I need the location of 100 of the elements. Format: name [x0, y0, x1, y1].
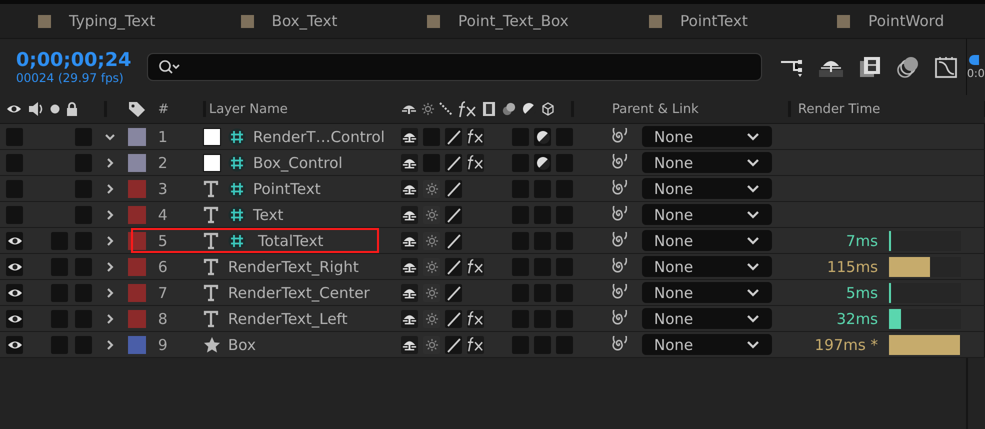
- layer-name[interactable]: RenderText_Right: [228, 258, 419, 276]
- three-d-switch[interactable]: [556, 258, 573, 276]
- layer-name[interactable]: RenderT…Control: [253, 128, 401, 146]
- adjustment-switch[interactable]: [534, 232, 551, 250]
- solo-toggle[interactable]: [51, 310, 68, 328]
- layer-name[interactable]: RenderText_Left: [228, 310, 419, 328]
- collapse-switch[interactable]: [423, 258, 440, 276]
- parent-column-header[interactable]: Parent & Link: [610, 102, 772, 116]
- label-color-swatch[interactable]: [128, 206, 146, 224]
- solo-toggle[interactable]: [51, 336, 68, 354]
- pickwhip-icon[interactable]: [610, 232, 627, 249]
- playhead-handle[interactable]: [969, 54, 979, 64]
- effects-switch[interactable]: [467, 258, 484, 276]
- visibility-toggle[interactable]: [6, 232, 23, 250]
- collapse-switch[interactable]: [423, 336, 440, 354]
- solo-toggle[interactable]: [51, 258, 68, 276]
- quality-slash-icon[interactable]: [446, 284, 462, 300]
- label-color-swatch[interactable]: [128, 310, 146, 328]
- collapse-switch[interactable]: [423, 232, 440, 250]
- layer-name[interactable]: Text: [253, 206, 401, 224]
- film-frames-icon[interactable]: [858, 55, 882, 79]
- visibility-toggle[interactable]: [6, 128, 23, 146]
- lock-toggle[interactable]: [75, 206, 92, 224]
- collapse-switch[interactable]: [423, 206, 440, 224]
- layer-row[interactable]: 8 RenderText_Left None 32ms: [0, 306, 985, 332]
- motion-blur-switch[interactable]: [512, 232, 529, 250]
- layer-row[interactable]: 6 RenderText_Right None 115ms: [0, 254, 985, 280]
- lock-toggle[interactable]: [75, 154, 92, 172]
- motion-blur-switch[interactable]: [512, 284, 529, 302]
- layer-row[interactable]: 4 Text None: [0, 202, 985, 228]
- search-field[interactable]: [147, 53, 762, 81]
- lock-toggle[interactable]: [75, 258, 92, 276]
- adjustment-switch[interactable]: [534, 128, 551, 146]
- effects-switch[interactable]: [467, 310, 484, 328]
- quality-slash-icon[interactable]: [446, 258, 462, 274]
- motion-blur-switch[interactable]: [512, 258, 529, 276]
- quality-slash-icon[interactable]: [446, 206, 462, 222]
- layer-name-column-header[interactable]: Layer Name: [203, 102, 401, 116]
- composition-tab[interactable]: PointText: [680, 12, 748, 30]
- parent-dropdown[interactable]: None: [642, 256, 772, 277]
- adjustment-switch[interactable]: [534, 180, 551, 198]
- collapse-switch[interactable]: [423, 180, 440, 198]
- adjustment-switch[interactable]: [534, 206, 551, 224]
- parent-dropdown[interactable]: None: [642, 152, 772, 173]
- parent-dropdown[interactable]: None: [642, 204, 772, 225]
- three-d-switch[interactable]: [556, 180, 573, 198]
- pickwhip-icon[interactable]: [610, 206, 627, 223]
- visibility-toggle[interactable]: [6, 154, 23, 172]
- lock-toggle[interactable]: [75, 128, 92, 146]
- motion-blur-switch[interactable]: [512, 336, 529, 354]
- solo-toggle[interactable]: [51, 284, 68, 302]
- layer-name[interactable]: TotalText: [253, 232, 401, 250]
- motion-blur-icon[interactable]: [896, 55, 920, 79]
- pickwhip-icon[interactable]: [610, 154, 627, 171]
- three-d-switch[interactable]: [556, 154, 573, 172]
- lock-toggle[interactable]: [75, 232, 92, 250]
- lock-toggle[interactable]: [75, 180, 92, 198]
- effects-switch[interactable]: [467, 154, 484, 172]
- composition-tab[interactable]: PointWord: [868, 12, 944, 30]
- parent-dropdown[interactable]: None: [642, 308, 772, 329]
- solo-toggle[interactable]: [51, 232, 68, 250]
- motion-blur-switch[interactable]: [512, 310, 529, 328]
- visibility-toggle[interactable]: [6, 336, 23, 354]
- pickwhip-icon[interactable]: [610, 180, 627, 197]
- layer-name[interactable]: PointText: [253, 180, 401, 198]
- label-color-swatch[interactable]: [128, 284, 146, 302]
- collapse-switch[interactable]: [423, 128, 440, 146]
- layer-name[interactable]: Box_Control: [253, 154, 401, 172]
- pickwhip-icon[interactable]: [610, 310, 627, 327]
- parent-dropdown[interactable]: None: [642, 126, 772, 147]
- layer-row[interactable]: 5 TotalText None 7ms: [0, 228, 985, 254]
- graph-editor-icon[interactable]: [934, 55, 958, 79]
- pickwhip-icon[interactable]: [610, 258, 627, 275]
- three-d-switch[interactable]: [556, 284, 573, 302]
- three-d-switch[interactable]: [556, 128, 573, 146]
- effects-switch[interactable]: [467, 336, 484, 354]
- current-timecode[interactable]: 0;00;00;24: [16, 49, 147, 71]
- adjustment-switch[interactable]: [534, 336, 551, 354]
- quality-slash-icon[interactable]: [446, 154, 462, 170]
- lock-toggle[interactable]: [75, 284, 92, 302]
- visibility-toggle[interactable]: [6, 206, 23, 224]
- pickwhip-icon[interactable]: [610, 336, 627, 353]
- lock-toggle[interactable]: [75, 336, 92, 354]
- layer-name[interactable]: Box: [228, 336, 419, 354]
- layer-row[interactable]: 9 Box None 197ms *: [0, 332, 985, 358]
- layer-row[interactable]: 2 Box_Control None: [0, 150, 985, 176]
- three-d-switch[interactable]: [556, 206, 573, 224]
- quality-slash-icon[interactable]: [446, 336, 462, 352]
- collapse-switch[interactable]: [423, 154, 440, 172]
- layer-row[interactable]: 3 PointText None: [0, 176, 985, 202]
- layer-row[interactable]: 1 RenderT…Control None: [0, 124, 985, 150]
- visibility-toggle[interactable]: [6, 258, 23, 276]
- collapse-switch[interactable]: [423, 284, 440, 302]
- label-color-swatch[interactable]: [128, 154, 146, 172]
- pickwhip-icon[interactable]: [610, 128, 627, 145]
- motion-blur-switch[interactable]: [512, 154, 529, 172]
- motion-blur-switch[interactable]: [512, 180, 529, 198]
- adjustment-switch[interactable]: [534, 310, 551, 328]
- parent-dropdown[interactable]: None: [642, 178, 772, 199]
- layer-name[interactable]: RenderText_Center: [228, 284, 419, 302]
